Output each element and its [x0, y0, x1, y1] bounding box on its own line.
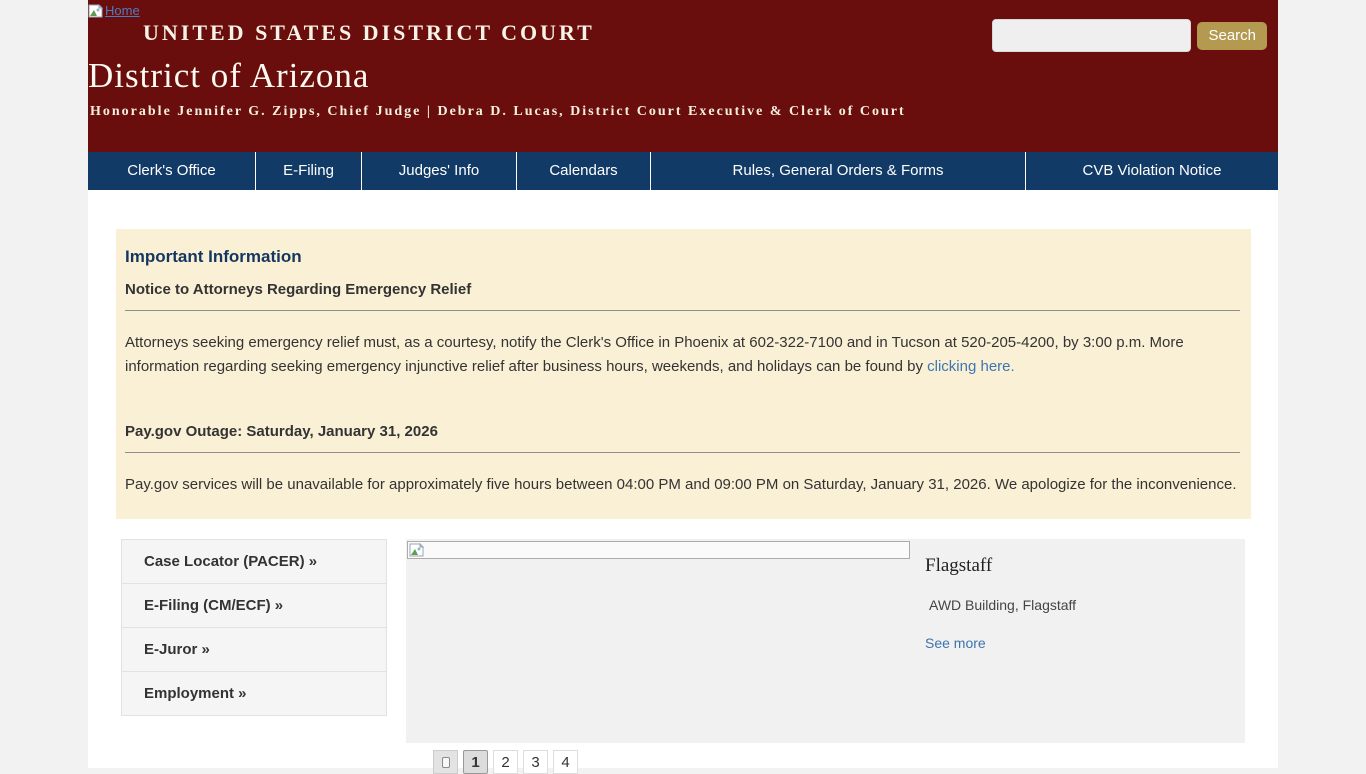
notice-box-title: Important Information	[125, 247, 302, 266]
home-link[interactable]: Home	[88, 3, 140, 18]
important-information-box: Important Information Notice to Attorney…	[116, 229, 1251, 519]
emergency-relief-text: Attorneys seeking emergency relief must,…	[125, 331, 1240, 379]
broken-image-icon	[88, 3, 103, 17]
search-input[interactable]	[992, 19, 1192, 52]
nav-item-judges-info[interactable]: Judges' Info	[361, 152, 516, 190]
carousel-image-placeholder	[407, 541, 910, 559]
nav-item-e-filing[interactable]: E-Filing	[255, 152, 361, 190]
nav-item-cvb-violation-notice[interactable]: CVB Violation Notice	[1025, 152, 1278, 190]
carousel-page-3[interactable]: 3	[523, 750, 548, 774]
carousel-slide-info: Flagstaff AWD Building, Flagstaff See mo…	[925, 555, 1225, 653]
search-button[interactable]: Search	[1197, 21, 1267, 50]
carousel-pagination: 1 2 3 4	[433, 750, 1245, 774]
carousel-page-4[interactable]: 4	[553, 750, 578, 774]
carousel-page-1[interactable]: 1	[463, 750, 488, 774]
quick-link-e-filing-cmecf[interactable]: E-Filing (CM/ECF) »	[121, 583, 387, 628]
notice-divider	[125, 452, 1240, 453]
page-container: Home UNITED STATES DISTRICT COURT Distri…	[88, 0, 1278, 774]
carousel-pause-button[interactable]	[433, 750, 458, 774]
quick-link-employment[interactable]: Employment »	[121, 671, 387, 716]
quick-link-case-locator-pacer[interactable]: Case Locator (PACER) »	[121, 539, 387, 584]
quick-links-menu: Case Locator (PACER) » E-Filing (CM/ECF)…	[121, 539, 387, 716]
content-columns: Case Locator (PACER) » E-Filing (CM/ECF)…	[121, 539, 1278, 774]
notice-divider	[125, 310, 1240, 311]
quick-link-e-juror[interactable]: E-Juror »	[121, 627, 387, 672]
paygov-outage-heading: Pay.gov Outage: Saturday, January 31, 20…	[125, 423, 438, 440]
placeholder-image-icon	[441, 756, 450, 768]
location-carousel: Flagstaff AWD Building, Flagstaff See mo…	[406, 539, 1245, 743]
nav-item-clerks-office[interactable]: Clerk's Office	[88, 152, 255, 190]
carousel-page-2[interactable]: 2	[493, 750, 518, 774]
home-link-label: Home	[105, 3, 140, 18]
paygov-outage-text: Pay.gov services will be unavailable for…	[125, 476, 1237, 493]
site-header: Home UNITED STATES DISTRICT COURT Distri…	[88, 0, 1278, 152]
header-subtitle: Honorable Jennifer G. Zipps, Chief Judge…	[90, 104, 906, 119]
main-nav: Clerk's Office E-Filing Judges' Info Cal…	[88, 152, 1278, 190]
clicking-here-link[interactable]: clicking here.	[927, 358, 1015, 375]
carousel-column: Flagstaff AWD Building, Flagstaff See mo…	[406, 539, 1245, 774]
see-more-link[interactable]: See more	[925, 635, 986, 651]
district-title: District of Arizona	[88, 56, 370, 95]
nav-item-rules-orders-forms[interactable]: Rules, General Orders & Forms	[650, 152, 1025, 190]
slide-caption: AWD Building, Flagstaff	[929, 597, 1077, 613]
broken-image-icon	[409, 543, 424, 557]
slide-title: Flagstaff	[925, 555, 993, 576]
court-title: UNITED STATES DISTRICT COURT	[143, 20, 595, 45]
nav-item-calendars[interactable]: Calendars	[516, 152, 650, 190]
emergency-relief-heading: Notice to Attorneys Regarding Emergency …	[125, 281, 472, 298]
search-area: Search	[992, 19, 1267, 52]
emergency-relief-text-body: Attorneys seeking emergency relief must,…	[125, 334, 1184, 375]
